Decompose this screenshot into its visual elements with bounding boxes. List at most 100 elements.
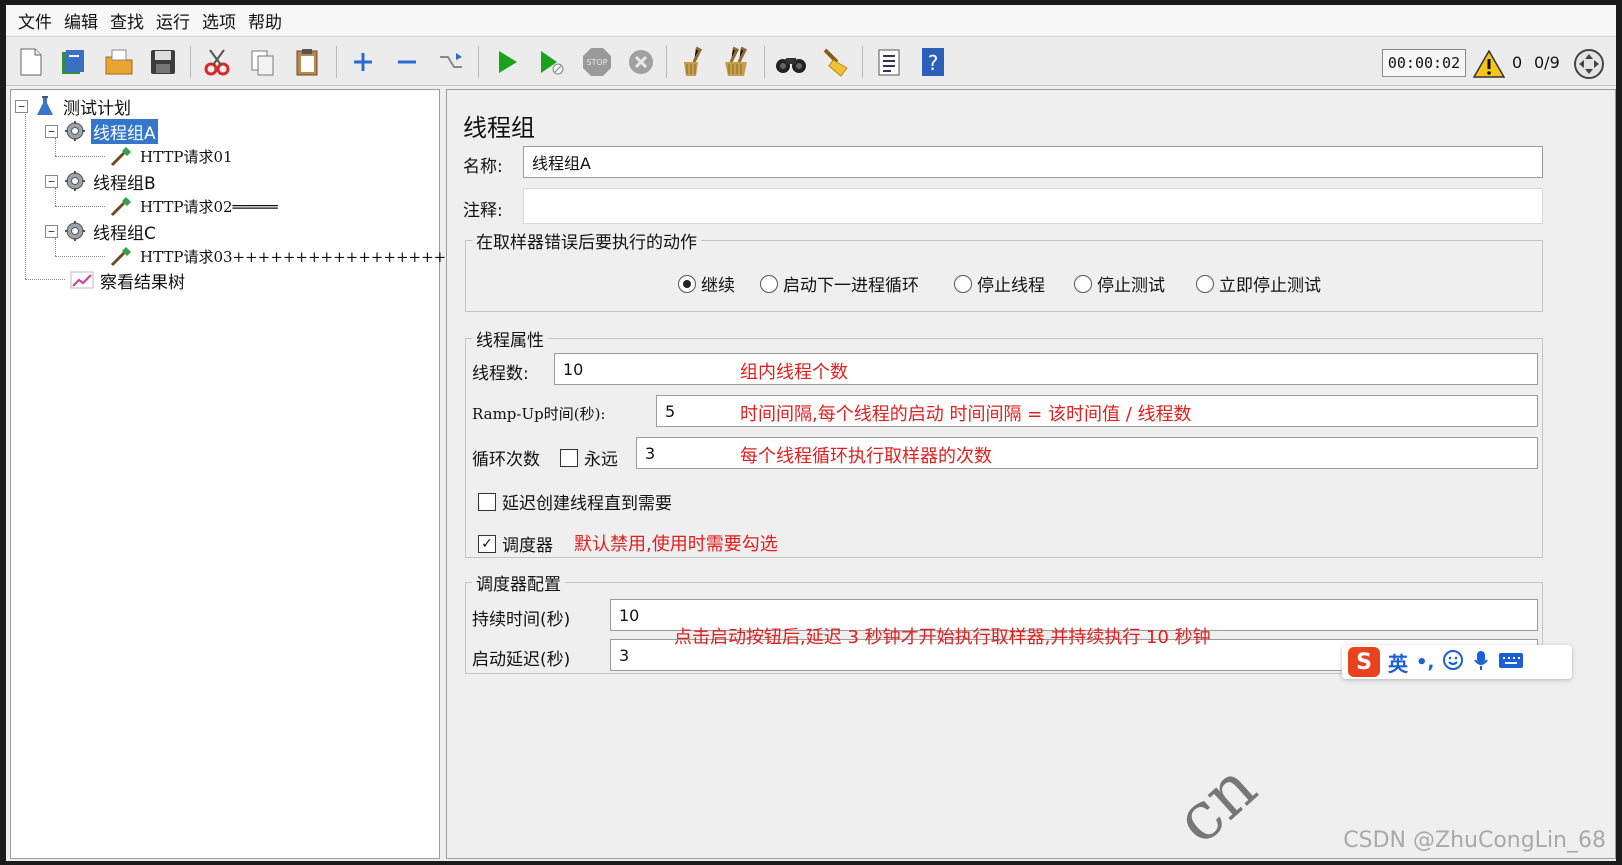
help-icon[interactable]: ?: [916, 45, 950, 79]
reset-search-icon[interactable]: [818, 45, 852, 79]
threads-label: 线程数:: [472, 364, 529, 384]
scheduler-config-legend: 调度器配置: [472, 570, 565, 595]
expand-all-icon[interactable]: [346, 45, 380, 79]
collapse-toggle[interactable]: −: [45, 174, 58, 188]
radio-stop-test[interactable]: 停止测试: [1074, 271, 1165, 296]
tree-node-thread-group-a[interactable]: − 线程组A: [45, 118, 158, 144]
radio-button[interactable]: [760, 274, 778, 293]
radio-label: 停止线程: [977, 276, 1045, 296]
warning-icon[interactable]: [1472, 47, 1506, 81]
gear-icon: [62, 120, 88, 142]
tree-node-test-plan[interactable]: − 测试计划: [15, 94, 133, 119]
save-icon[interactable]: [146, 45, 180, 79]
ime-toolbar[interactable]: S 英 •,: [1342, 645, 1572, 679]
threads-annotation: 组内线程个数: [740, 362, 848, 383]
new-icon[interactable]: [14, 45, 48, 79]
radio-button[interactable]: [678, 274, 696, 293]
radio-continue[interactable]: 继续: [678, 271, 735, 296]
menu-run[interactable]: 运行: [150, 8, 196, 33]
function-helper-icon[interactable]: [872, 45, 906, 79]
collapse-toggle[interactable]: −: [15, 99, 28, 113]
menu-bar: 文件 编辑 查找 运行 选项 帮助: [6, 5, 1616, 35]
cut-icon[interactable]: [200, 45, 234, 79]
collapse-toggle[interactable]: −: [45, 124, 58, 138]
panel-title: 线程组: [463, 114, 535, 142]
checkbox[interactable]: ✓: [478, 534, 496, 553]
toolbar: STOP ? 00:00:02 0 0/9: [6, 36, 1616, 86]
microphone-icon[interactable]: [1472, 649, 1490, 676]
name-input[interactable]: 线程组A: [523, 146, 1543, 178]
radio-label: 停止测试: [1097, 276, 1165, 296]
shutdown-icon[interactable]: [624, 45, 658, 79]
radio-start-next-loop[interactable]: 启动下一进程循环: [760, 271, 919, 296]
checkbox-label: 延迟创建线程直到需要: [502, 494, 672, 514]
stop-icon[interactable]: STOP: [580, 45, 614, 79]
tree-node-http-request-01[interactable]: HTTP请求01: [105, 144, 235, 168]
remote-status-icon[interactable]: [1572, 47, 1606, 81]
menu-help[interactable]: 帮助: [242, 8, 288, 33]
loop-count-label: 循环次数: [472, 450, 540, 470]
threads-input[interactable]: 10: [554, 353, 1538, 385]
search-icon[interactable]: [774, 45, 808, 79]
loop-annotation: 每个线程循环执行取样器的次数: [740, 446, 992, 467]
tree-node-label: HTTP请求02═════: [140, 197, 278, 216]
menu-file[interactable]: 文件: [12, 8, 58, 33]
start-no-pause-icon[interactable]: [534, 45, 568, 79]
open-icon[interactable]: [102, 45, 136, 79]
sogou-logo-icon: S: [1348, 647, 1380, 677]
tree-node-label: 测试计划: [63, 98, 131, 119]
tree-node-http-request-02[interactable]: HTTP请求02═════: [105, 194, 280, 218]
toggle-icon[interactable]: [434, 45, 468, 79]
emoji-icon[interactable]: [1442, 649, 1464, 676]
radio-button[interactable]: [1074, 274, 1092, 293]
punctuation-icon[interactable]: •,: [1416, 652, 1434, 673]
menu-options[interactable]: 选项: [196, 8, 242, 33]
checkbox-label: 永远: [584, 450, 618, 470]
error-action-legend: 在取样器错误后要执行的动作: [472, 228, 701, 253]
radio-button[interactable]: [1196, 274, 1214, 293]
tree-node-http-request-03[interactable]: HTTP请求03++++++++++++++++++: [105, 244, 461, 268]
pipette-icon: [109, 145, 135, 167]
checkbox-label: 调度器: [502, 536, 553, 556]
radio-button[interactable]: [954, 274, 972, 293]
collapse-all-icon[interactable]: [390, 45, 424, 79]
start-icon[interactable]: [490, 45, 524, 79]
tree-node-thread-group-c[interactable]: − 线程组C: [45, 219, 158, 244]
gear-icon: [62, 170, 88, 192]
menu-edit[interactable]: 编辑: [58, 8, 104, 33]
pipette-icon: [109, 195, 135, 217]
test-plan-icon: [32, 95, 58, 117]
forever-checkbox[interactable]: 永远: [560, 445, 618, 470]
collapse-toggle[interactable]: −: [45, 224, 58, 238]
error-action-group: 在取样器错误后要执行的动作 继续 启动下一进程循环 停止线程 停止测试 立即停止…: [465, 228, 1543, 312]
tree-node-label: 线程组B: [93, 173, 156, 194]
tree-node-view-results-tree[interactable]: 察看结果树: [65, 268, 187, 293]
delay-thread-creation-checkbox[interactable]: 延迟创建线程直到需要: [478, 489, 672, 514]
svg-text:STOP: STOP: [586, 58, 607, 67]
paste-icon[interactable]: [290, 45, 324, 79]
checkbox[interactable]: [478, 492, 496, 511]
menu-search[interactable]: 查找: [104, 8, 150, 33]
thread-group-panel: 线程组 名称: 线程组A 注释: 在取样器错误后要执行的动作 继续 启动下一进程…: [446, 89, 1616, 859]
rampup-label: Ramp-Up时间(秒):: [472, 405, 606, 423]
svg-text:?: ?: [928, 51, 939, 75]
checkbox[interactable]: [560, 448, 578, 467]
radio-label: 启动下一进程循环: [783, 276, 919, 296]
clear-icon[interactable]: [676, 45, 710, 79]
comment-label: 注释:: [463, 201, 503, 221]
radio-stop-thread[interactable]: 停止线程: [954, 271, 1045, 296]
csdn-watermark: CSDN @ZhuCongLin_68: [1343, 828, 1606, 853]
radio-stop-test-now[interactable]: 立即停止测试: [1196, 271, 1321, 296]
templates-icon[interactable]: [56, 45, 90, 79]
copy-icon[interactable]: [246, 45, 280, 79]
pipette-icon: [109, 245, 135, 267]
tree-node-thread-group-b[interactable]: − 线程组B: [45, 169, 158, 194]
ime-mode[interactable]: 英: [1388, 648, 1408, 677]
clear-all-icon[interactable]: [720, 45, 754, 79]
scheduler-annotation: 默认禁用,使用时需要勾选: [574, 534, 778, 555]
keyboard-icon[interactable]: [1498, 650, 1524, 675]
elapsed-timer: 00:00:02: [1382, 49, 1466, 77]
comment-input[interactable]: [523, 188, 1543, 224]
duration-label: 持续时间(秒): [472, 610, 571, 630]
scheduler-checkbox[interactable]: ✓ 调度器: [478, 531, 553, 556]
